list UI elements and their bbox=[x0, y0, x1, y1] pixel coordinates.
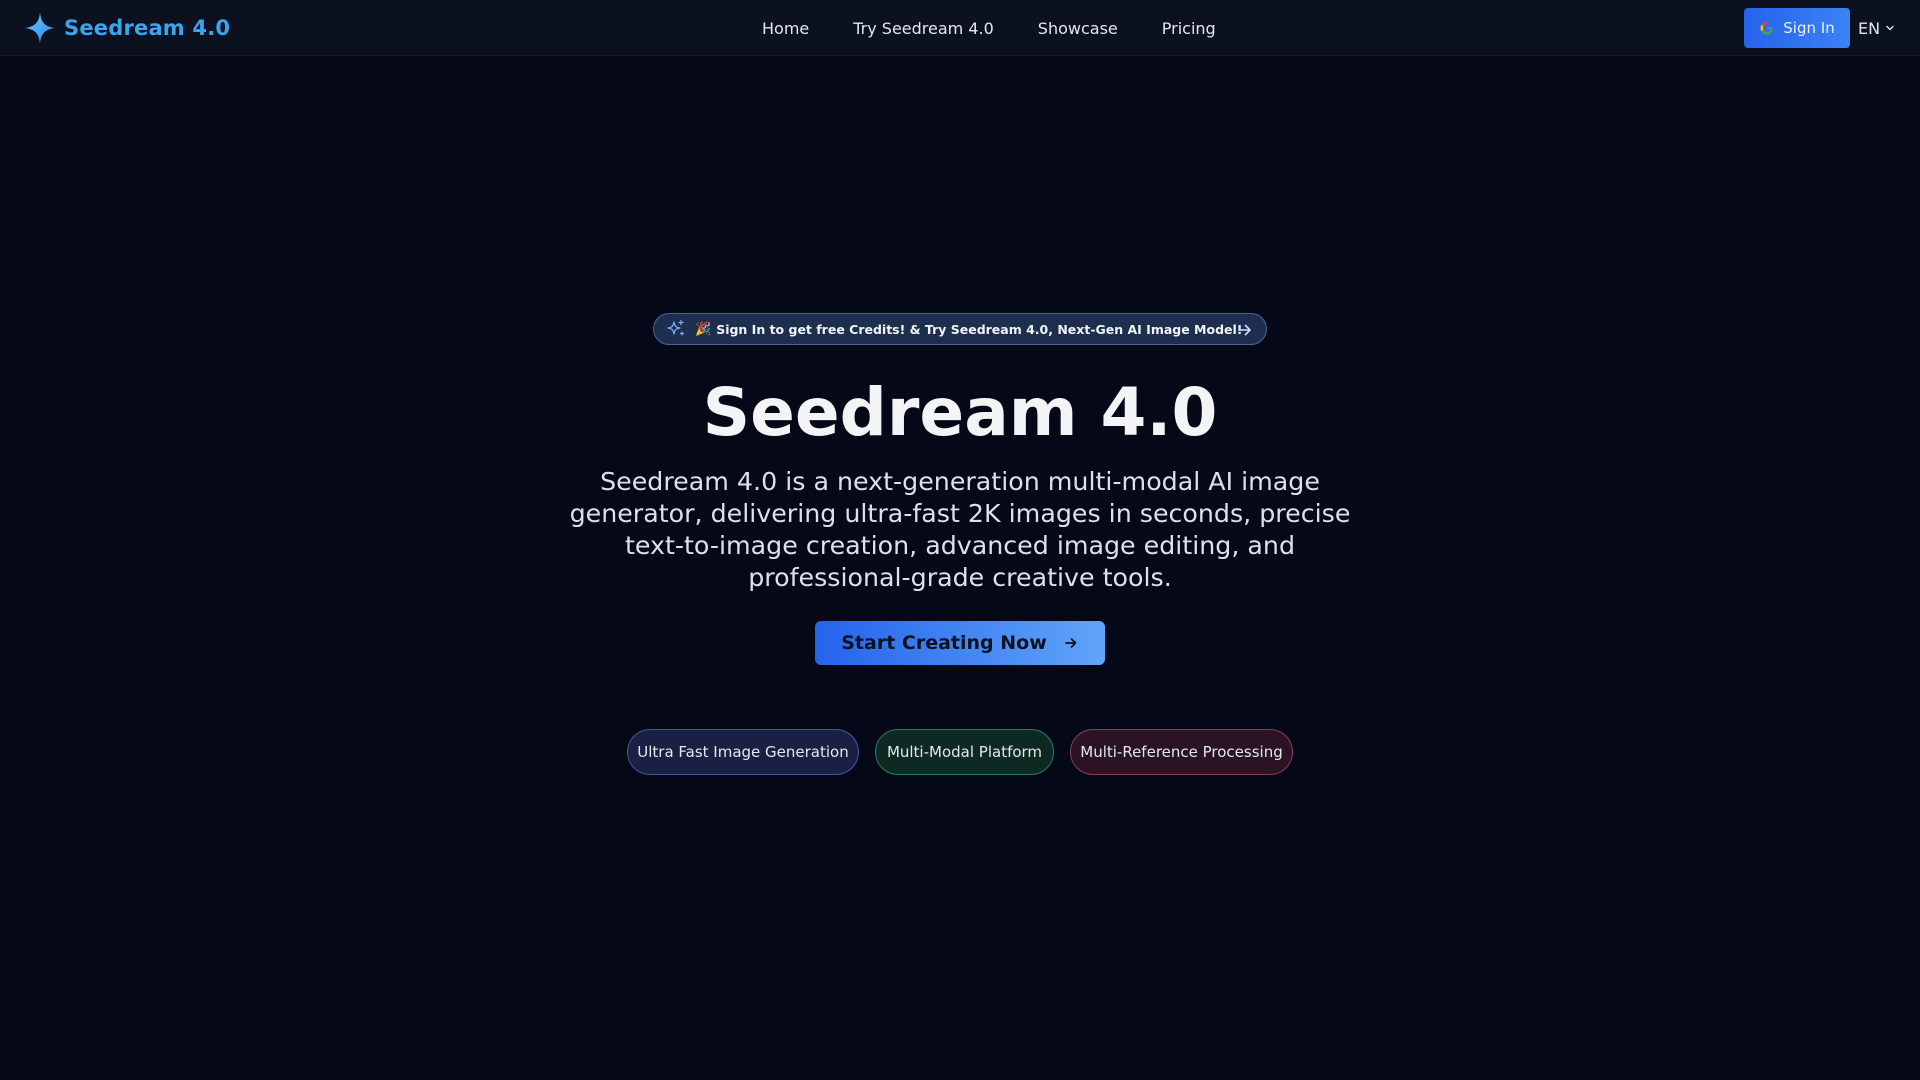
sparkles-icon bbox=[667, 319, 685, 336]
top-navbar: Seedream 4.0 Home Try Seedream 4.0 Showc… bbox=[0, 0, 1920, 56]
language-label: EN bbox=[1858, 18, 1881, 38]
arrow-right-icon bbox=[1238, 324, 1251, 336]
main-nav: Home Try Seedream 4.0 Showcase Pricing bbox=[740, 0, 1238, 56]
hero-description: Seedream 4.0 is a next-generation multi-… bbox=[569, 467, 1351, 592]
sign-in-button[interactable]: Sign In bbox=[1744, 8, 1850, 48]
brand-name: Seedream 4.0 bbox=[64, 16, 231, 40]
nav-link-home[interactable]: Home bbox=[740, 19, 831, 38]
nav-link-pricing[interactable]: Pricing bbox=[1140, 19, 1238, 38]
announcement-banner[interactable]: 🎉 Sign In to get free Credits! & Try See… bbox=[653, 313, 1267, 345]
sign-in-label: Sign In bbox=[1783, 19, 1835, 37]
google-icon bbox=[1760, 21, 1774, 35]
brand-logo-link[interactable]: Seedream 4.0 bbox=[24, 10, 230, 46]
start-creating-label: Start Creating Now bbox=[841, 632, 1047, 654]
language-selector[interactable]: EN bbox=[1858, 16, 1895, 40]
hero-title: Seedream 4.0 bbox=[702, 374, 1218, 451]
nav-link-try-seedream[interactable]: Try Seedream 4.0 bbox=[831, 19, 1016, 38]
arrow-right-icon bbox=[1064, 638, 1077, 648]
feature-pill-multi-reference: Multi-Reference Processing bbox=[1070, 729, 1293, 775]
feature-pill-ultra-fast: Ultra Fast Image Generation bbox=[627, 729, 859, 775]
chevron-down-icon bbox=[1886, 25, 1894, 31]
start-creating-button[interactable]: Start Creating Now bbox=[815, 621, 1105, 665]
feature-pill-multi-modal: Multi-Modal Platform bbox=[875, 729, 1054, 775]
announcement-text: Sign In to get free Credits! & Try Seedr… bbox=[716, 321, 1243, 337]
four-point-star-icon bbox=[25, 13, 55, 43]
nav-link-showcase[interactable]: Showcase bbox=[1016, 19, 1140, 38]
party-popper-emoji: 🎉 bbox=[695, 321, 712, 337]
